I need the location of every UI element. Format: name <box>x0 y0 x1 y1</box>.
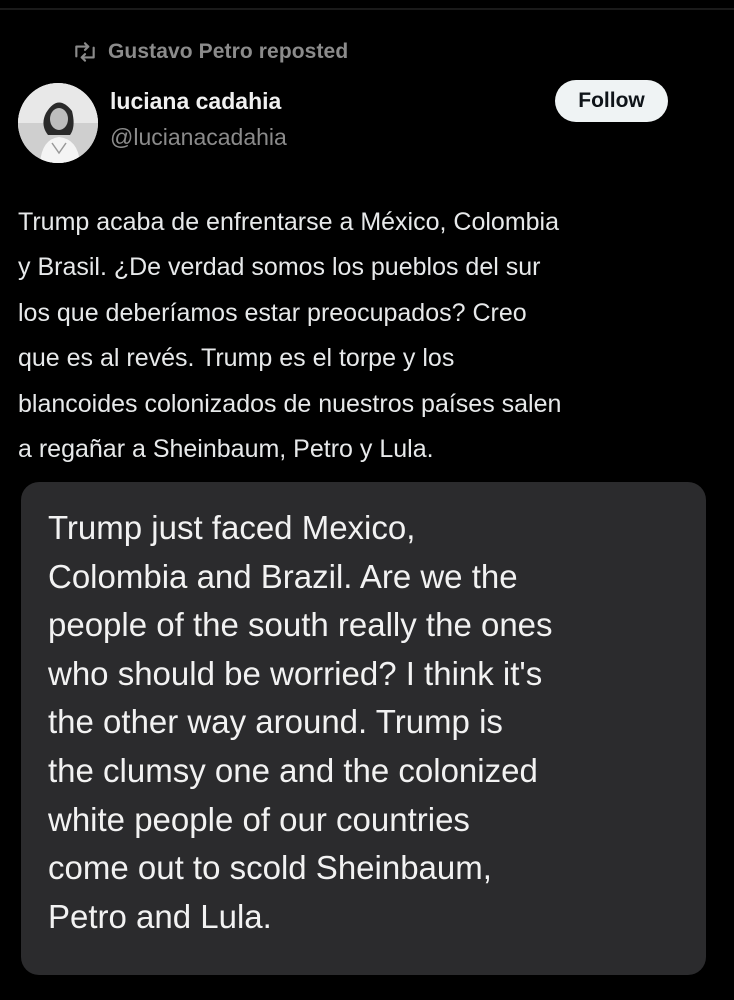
tweet-body: Trump acaba de enfrentarse a México, Col… <box>18 200 710 472</box>
tweet-line: los que deberíamos estar preocupados? Cr… <box>18 298 527 327</box>
translation-line: who should be worried? I think it's <box>48 654 543 692</box>
translation-line: people of the south really the ones <box>48 606 553 644</box>
author-name[interactable]: luciana cadahia <box>110 88 281 115</box>
translation-line: Trump just faced Mexico, <box>48 509 416 546</box>
repost-indicator: Gustavo Petro reposted <box>72 38 348 66</box>
follow-button[interactable]: Follow <box>555 80 668 122</box>
translation-panel: Trump just faced Mexico, Colombia and Br… <box>21 482 706 975</box>
translation-line: Petro and Lula. <box>48 897 272 935</box>
translation-line: come out to scold Sheinbaum, <box>48 849 492 887</box>
repost-icon <box>72 39 98 65</box>
translation-body: Trump just faced Mexico, Colombia and Br… <box>48 504 688 941</box>
tweet-line: que es al revés. Trump es el torpe y los <box>18 344 455 373</box>
tweet-line: a regañar a Sheinbaum, Petro y Lula. <box>18 435 434 464</box>
translation-line: Colombia and Brazil. Are we the <box>48 557 518 595</box>
tweet-line: Trump acaba de enfrentarse a México, Col… <box>18 208 560 236</box>
repost-label: Gustavo Petro reposted <box>108 40 349 63</box>
author-handle[interactable]: @lucianacadahia <box>110 124 287 151</box>
tweet-line: blancoides colonizados de nuestros paíse… <box>18 389 562 418</box>
top-divider <box>0 8 734 10</box>
avatar[interactable] <box>18 83 98 163</box>
translation-line: the clumsy one and the colonized <box>48 751 538 789</box>
avatar-photo <box>18 83 98 163</box>
tweet-line: y Brasil. ¿De verdad somos los pueblos d… <box>18 253 541 282</box>
translation-line: white people of our countries <box>48 800 470 838</box>
translation-line: the other way around. Trump is <box>48 703 503 741</box>
